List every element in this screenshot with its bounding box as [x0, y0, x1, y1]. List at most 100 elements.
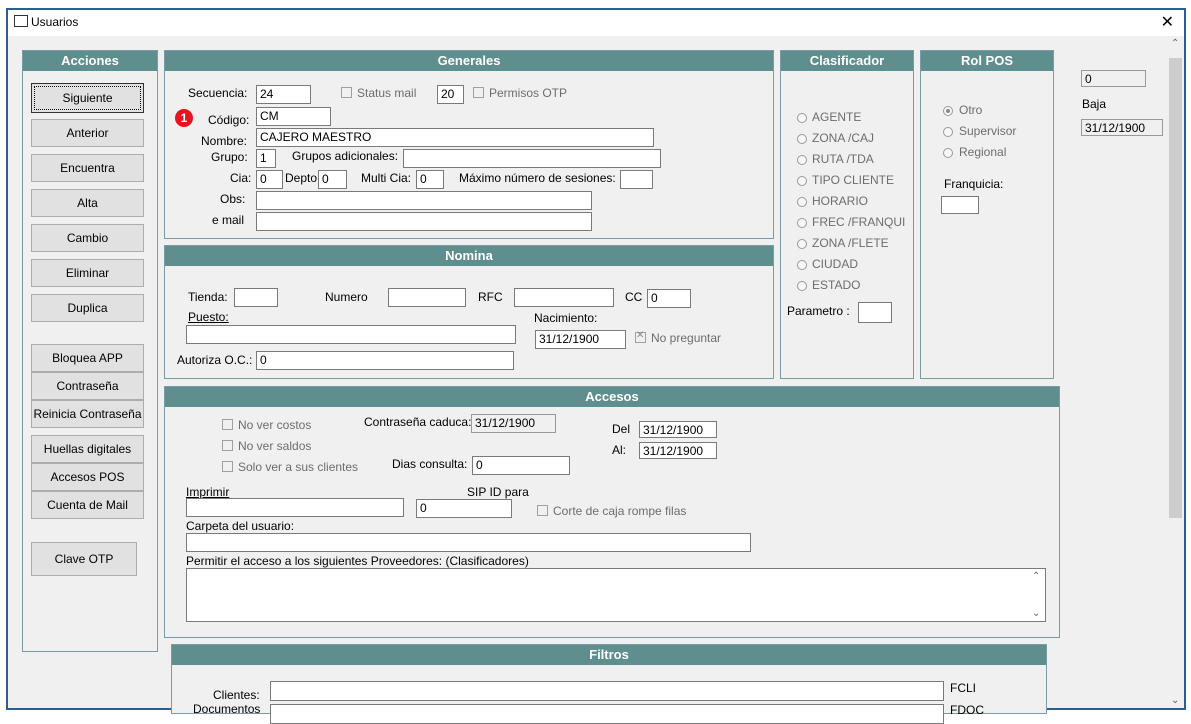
window-scrollbar[interactable]: ⌃ ⌄ [1167, 36, 1184, 708]
anterior-button[interactable]: Anterior [31, 119, 144, 147]
title-bar: Usuarios ✕ [8, 10, 1184, 36]
del-field[interactable]: 31/12/1900 [639, 421, 717, 438]
radio-ciudad-label: CIUDAD [812, 257, 859, 271]
fdoc-label: FDOC [950, 703, 984, 717]
radio-tipo-cliente-label: TIPO CLIENTE [812, 173, 895, 187]
parametro-label: Parametro : [787, 304, 850, 318]
scroll-down-icon[interactable]: ⌄ [1032, 608, 1040, 619]
carpeta-field[interactable] [186, 533, 751, 552]
rfc-field[interactable] [514, 288, 614, 307]
depto-label: Depto [285, 171, 318, 185]
status-mail-label: Status mail [357, 86, 417, 100]
radio-ciudad[interactable] [797, 260, 807, 270]
cuenta-mail-button[interactable]: Cuenta de Mail [31, 491, 144, 519]
tienda-label: Tienda: [188, 290, 228, 304]
window-scroll-thumb[interactable] [1169, 58, 1182, 518]
nacimiento-field[interactable]: 31/12/1900 [535, 330, 626, 349]
scroll-up-icon[interactable]: ⌃ [1032, 571, 1040, 582]
step-badge: 1 [175, 109, 193, 127]
radio-tipo-cliente[interactable] [797, 176, 807, 186]
tienda-field[interactable] [234, 288, 278, 307]
acciones-header: Acciones [23, 51, 157, 71]
bloquea-app-button[interactable]: Bloquea APP [31, 344, 144, 372]
imprimir-field[interactable] [186, 498, 404, 517]
parametro-field[interactable] [858, 302, 892, 323]
radio-ruta-tda[interactable] [797, 155, 807, 165]
radio-frec-franqui-label: FREC /FRANQUI [812, 215, 906, 229]
side-value-field: 0 [1081, 70, 1146, 87]
radio-estado-label: ESTADO [812, 278, 861, 292]
max-sesiones-field[interactable] [620, 170, 653, 189]
accesos-pos-button[interactable]: Accesos POS [31, 463, 144, 491]
autoriza-field[interactable]: 0 [256, 351, 514, 370]
permitir-scrollbar[interactable]: ⌃ ⌄ [1029, 569, 1045, 621]
alta-button[interactable]: Alta [31, 189, 144, 217]
rol-pos-header: Rol POS [921, 51, 1053, 71]
window-scroll-up-icon[interactable]: ⌃ [1171, 38, 1179, 49]
siguiente-button[interactable]: Siguiente [31, 83, 144, 113]
contrasena-button[interactable]: Contraseña [31, 372, 144, 400]
encuentra-button[interactable]: Encuentra [31, 154, 144, 182]
radio-agente[interactable] [797, 113, 807, 123]
no-ver-saldos-checkbox[interactable] [222, 440, 233, 451]
cia-field[interactable]: 0 [256, 170, 283, 189]
corte-caja-checkbox[interactable] [537, 505, 548, 516]
accesos-panel: Accesos No ver costos No ver saldos Solo… [164, 386, 1060, 638]
grupo-label: Grupo: [211, 150, 248, 164]
nombre-field[interactable]: CAJERO MAESTRO [256, 128, 654, 147]
radio-zona-caj[interactable] [797, 134, 807, 144]
numero-field[interactable] [388, 288, 466, 307]
radio-horario[interactable] [797, 197, 807, 207]
status-mail-checkbox[interactable] [341, 87, 352, 98]
grupo-field[interactable]: 1 [256, 149, 276, 168]
window-title: Usuarios [31, 15, 79, 29]
obs-field[interactable] [256, 191, 592, 210]
solo-clientes-checkbox[interactable] [222, 461, 233, 472]
radio-zona-flete-label: ZONA /FLETE [812, 236, 889, 250]
status-num-field[interactable]: 20 [437, 85, 464, 104]
radio-zona-flete[interactable] [797, 239, 807, 249]
secuencia-field[interactable]: 24 [256, 85, 311, 104]
permitir-textarea[interactable]: ⌃ ⌄ [186, 568, 1046, 622]
no-ver-costos-label: No ver costos [238, 418, 312, 432]
window-icon [14, 15, 28, 27]
puesto-field[interactable] [186, 325, 516, 344]
no-preguntar-checkbox[interactable] [635, 330, 646, 343]
contrasena-caduca-field: 31/12/1900 [471, 414, 556, 433]
radio-agente-label: AGENTE [812, 110, 862, 124]
close-icon[interactable]: ✕ [1161, 12, 1174, 31]
del-label: Del [612, 422, 631, 436]
radio-frec-franqui[interactable] [797, 218, 807, 228]
duplica-button[interactable]: Duplica [31, 294, 144, 322]
permisos-otp-checkbox[interactable] [473, 87, 484, 98]
clientes-field[interactable] [270, 681, 944, 701]
depto-field[interactable]: 0 [318, 170, 347, 189]
eliminar-button[interactable]: Eliminar [31, 259, 144, 287]
cc-field[interactable]: 0 [647, 289, 691, 308]
clave-otp-button[interactable]: Clave OTP [31, 542, 137, 576]
grupos-adicionales-field[interactable] [403, 149, 661, 168]
radio-supervisor[interactable] [943, 127, 953, 137]
no-ver-costos-checkbox[interactable] [222, 419, 233, 430]
documentos-field[interactable] [270, 704, 944, 724]
al-field[interactable]: 31/12/1900 [639, 442, 717, 459]
radio-supervisor-label: Supervisor [959, 124, 1017, 138]
window-scroll-down-icon[interactable]: ⌄ [1171, 695, 1179, 706]
multi-cia-field[interactable]: 0 [416, 170, 444, 189]
email-field[interactable] [256, 212, 592, 231]
radio-otro-label: Otro [959, 103, 983, 117]
dias-consulta-field[interactable]: 0 [472, 456, 570, 475]
cc-label: CC [625, 290, 643, 304]
huellas-digitales-button[interactable]: Huellas digitales [31, 435, 144, 463]
codigo-field[interactable]: CM [256, 107, 331, 126]
clasificador-panel: Clasificador AGENTE ZONA /CAJ RUTA /TDA … [780, 50, 914, 379]
clientes-label: Clientes: [213, 688, 260, 702]
franquicia-field[interactable] [941, 196, 979, 214]
sip-field[interactable]: 0 [416, 499, 512, 518]
cambio-button[interactable]: Cambio [31, 224, 144, 252]
fcli-label: FCLI [950, 681, 977, 695]
radio-estado[interactable] [797, 281, 807, 291]
reinicia-contrasena-button[interactable]: Reinicia Contraseña [31, 400, 144, 428]
radio-otro[interactable] [943, 106, 953, 116]
radio-regional[interactable] [943, 148, 953, 158]
